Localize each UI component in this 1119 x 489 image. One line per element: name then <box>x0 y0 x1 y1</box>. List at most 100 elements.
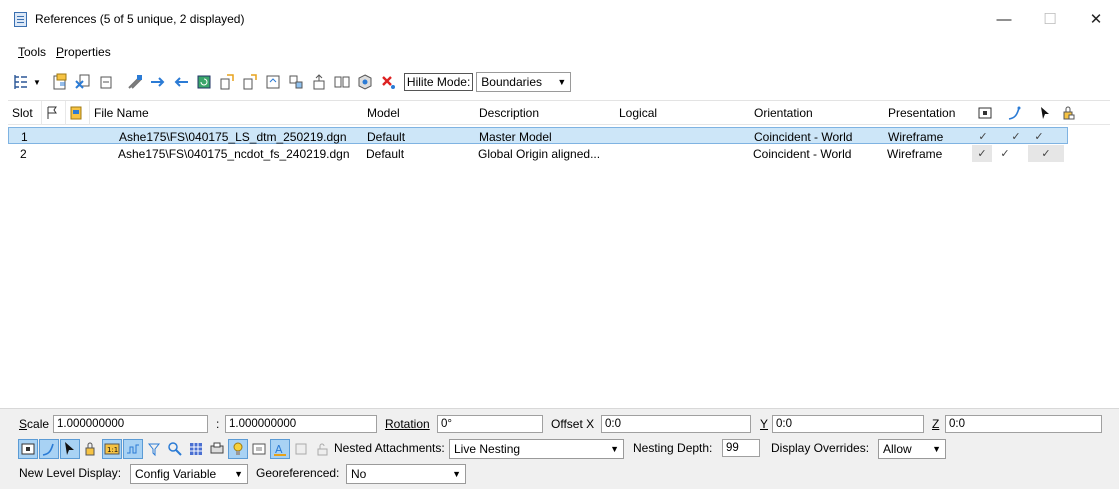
rotation-label: Rotation <box>385 417 430 431</box>
chevron-down-icon: ▼ <box>610 444 619 454</box>
row-file-name: Ashe175\FS\040175_LS_dtm_250219.dgn <box>119 129 347 144</box>
clip-front-icon[interactable] <box>285 71 307 93</box>
row-description: Global Origin aligned... <box>478 146 601 161</box>
nested-attachments-dropdown[interactable]: Live Nesting ▼ <box>449 439 624 459</box>
row-orientation: Coincident - World <box>754 129 853 144</box>
print-toggle-icon[interactable] <box>207 439 227 459</box>
display-overrides-dropdown[interactable]: Allow ▼ <box>878 439 946 459</box>
row-snap-check[interactable]: ✓ <box>995 145 1015 162</box>
scale-reference-icon[interactable] <box>216 71 238 93</box>
row-snap-check[interactable]: ✓ <box>1006 128 1026 145</box>
true-scale-icon[interactable]: 1:1 <box>102 439 122 459</box>
snap-toggle-icon[interactable] <box>39 439 59 459</box>
column-display[interactable] <box>974 101 996 125</box>
row-display-check[interactable]: ✓ <box>972 145 992 162</box>
offset-y-field[interactable]: 0:0 <box>772 415 924 433</box>
row-display-check[interactable]: ✓ <box>973 128 993 145</box>
3d-view-icon[interactable] <box>354 71 376 93</box>
row-slot: 2 <box>20 146 27 161</box>
row-locate-check[interactable]: ✓ <box>1028 145 1064 162</box>
clip-boundary-icon[interactable] <box>239 71 261 93</box>
clip-back-icon[interactable] <box>308 71 330 93</box>
draw-toggle-icon[interactable] <box>165 439 185 459</box>
menu-tools[interactable]: Tools <box>18 45 46 59</box>
detach-reference-icon[interactable] <box>72 71 94 93</box>
column-orientation[interactable]: Orientation <box>750 101 884 125</box>
attachment-toggle-bar: 1:1 A <box>18 438 333 460</box>
move-reference-icon[interactable] <box>147 71 169 93</box>
hilite-mode-group: Hilite Mode: Boundaries ▼ <box>403 72 572 92</box>
row-locate-check[interactable]: ✓ <box>1029 128 1049 145</box>
row-logical <box>614 145 618 162</box>
tree-view-icon[interactable] <box>10 71 32 93</box>
references-table: Slot File Name Model Description Logical… <box>8 100 1110 405</box>
minimize-button[interactable]: — <box>981 0 1027 38</box>
maximize-button[interactable]: ☐ <box>1027 0 1073 38</box>
column-locate[interactable] <box>1035 101 1057 125</box>
scale-label: Scale <box>19 417 50 431</box>
nested-attachments-label: Nested Attachments: <box>334 441 445 455</box>
exchange-icon[interactable] <box>377 71 399 93</box>
table-row[interactable]: 2 Ashe175\FS\040175_ncdot_fs_240219.dgn … <box>8 145 1068 162</box>
references-window: References (5 of 5 unique, 2 displayed) … <box>0 0 1119 489</box>
column-model[interactable]: Model <box>363 101 475 125</box>
lock-icon <box>1063 106 1075 120</box>
nesting-depth-field[interactable]: 99 <box>722 439 760 457</box>
display-toggle-icon[interactable] <box>18 439 38 459</box>
offset-x-field[interactable]: 0:0 <box>601 415 751 433</box>
display-overrides-label: Display Overrides: <box>771 441 870 455</box>
table-row[interactable]: 1 Ashe175\FS\040175_LS_dtm_250219.dgn De… <box>8 127 1068 144</box>
row-presentation: Wireframe <box>888 129 944 144</box>
hilite-mode-dropdown[interactable]: Boundaries ▼ <box>476 72 572 92</box>
ignore-attachment-icon[interactable] <box>144 439 164 459</box>
treat-as-element-icon[interactable] <box>291 439 311 459</box>
row-description: Master Model <box>479 129 552 144</box>
scale-reference-field[interactable]: 1.000000000 <box>225 415 377 433</box>
tree-view-dropdown-icon[interactable]: ▼ <box>33 78 41 87</box>
lock-toggle-icon[interactable] <box>81 439 101 459</box>
chevron-down-icon: ▼ <box>234 469 243 479</box>
column-file-icon[interactable] <box>66 101 90 125</box>
raster-toggle-icon[interactable] <box>186 439 206 459</box>
locate-icon <box>1041 107 1049 119</box>
scale-master-field[interactable]: 1.000000000 <box>53 415 208 433</box>
offset-z-label: Z <box>932 417 940 431</box>
menu-bar: Tools Properties <box>0 41 121 63</box>
rotate-reference-icon[interactable] <box>193 71 215 93</box>
level-display-icon[interactable] <box>249 439 269 459</box>
column-description[interactable]: Description <box>475 101 615 125</box>
column-slot[interactable]: Slot <box>8 101 42 125</box>
offset-y-label: Y <box>760 417 769 431</box>
offset-x-label: Offset X <box>551 417 595 431</box>
column-file-name[interactable]: File Name <box>90 101 338 125</box>
snap-icon <box>1008 106 1021 120</box>
menu-properties[interactable]: Properties <box>56 45 111 59</box>
row-logical <box>615 128 619 145</box>
locate-toggle-icon[interactable] <box>60 439 80 459</box>
close-button[interactable]: ✕ <box>1073 0 1119 38</box>
attach-reference-icon[interactable] <box>49 71 71 93</box>
column-snap[interactable] <box>1003 101 1025 125</box>
column-lock[interactable] <box>1058 101 1080 125</box>
lightbulb-icon[interactable] <box>228 439 248 459</box>
reload-reference-icon[interactable] <box>95 71 117 93</box>
new-level-display-dropdown[interactable]: Config Variable ▼ <box>130 464 248 484</box>
unlock-icon[interactable] <box>312 439 332 459</box>
reference-settings-panel: Scale 1.000000000 : 1.000000000 Rotation… <box>0 408 1119 489</box>
title-bar: References (5 of 5 unique, 2 displayed) … <box>0 0 1119 38</box>
text-annotation-icon[interactable]: A <box>270 439 290 459</box>
copy-attachment-icon[interactable] <box>124 71 146 93</box>
column-presentation[interactable]: Presentation <box>884 101 972 125</box>
clip-mask-icon[interactable] <box>262 71 284 93</box>
delete-clip-icon[interactable] <box>331 71 353 93</box>
offset-z-field[interactable]: 0:0 <box>945 415 1102 433</box>
table-header: Slot File Name Model Description Logical… <box>8 101 1110 125</box>
georeferenced-dropdown[interactable]: No ▼ <box>346 464 466 484</box>
display-icon <box>978 107 992 119</box>
column-flag[interactable] <box>42 101 66 125</box>
scale-line-styles-icon[interactable] <box>123 439 143 459</box>
mirror-reference-icon[interactable] <box>170 71 192 93</box>
row-file-name: Ashe175\FS\040175_ncdot_fs_240219.dgn <box>118 146 350 161</box>
column-logical[interactable]: Logical <box>615 101 750 125</box>
rotation-field[interactable]: 0° <box>437 415 543 433</box>
